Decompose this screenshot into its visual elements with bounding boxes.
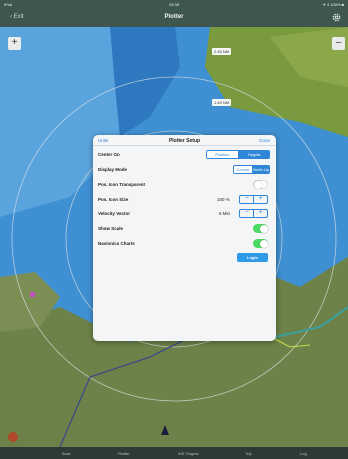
done-button[interactable]: Done [259,138,270,143]
pos-icon-transparent-toggle[interactable] [253,180,268,189]
increment-button[interactable]: + [253,209,267,217]
center-on-targets[interactable]: Targets [238,151,269,158]
center-on-segmented[interactable]: Position Targets [206,150,270,159]
velocity-vector-row: Velocity Vector 5 Min − + [93,207,276,221]
pos-icon-size-row: Pos. Icon Size 100 % − + [93,193,276,207]
velocity-vector-stepper[interactable]: − + [239,209,268,218]
center-on-label: Center On [98,152,120,157]
center-on-row: Center On Position Targets [93,148,276,162]
nav-bar: ‹ Exit Plotter [0,9,348,27]
tab-log[interactable]: Log [300,451,307,456]
dialog-title: Plotter Setup [168,138,201,144]
zoom-out-button[interactable]: – [332,37,345,50]
velocity-vector-label: Velocity Vector [98,211,131,216]
navionics-charts-row: Navionics Charts [93,237,276,251]
pos-icon-transparent-row: Pos. Icon Transparent [93,178,276,192]
show-scale-row: Show Scale [93,222,276,236]
toggle-knob [259,224,268,233]
range-label-middle: 1.63 NM [212,99,232,106]
decrement-button[interactable]: − [240,209,253,217]
battery-status: ✈ 4 100% ■ [322,2,344,7]
zoom-in-button[interactable]: + [8,37,21,50]
increment-button[interactable]: + [253,195,267,203]
tab-ais-targets[interactable]: AIS Targets [178,451,199,456]
range-label-outer: 2.45 NM [212,48,232,55]
page-title: Plotter [164,14,184,20]
show-scale-label: Show Scale [98,226,124,231]
display-mode-course-up[interactable]: Course Up [234,166,252,173]
display-mode-label: Display Mode [98,167,128,172]
login-button[interactable]: Login [237,253,268,262]
tab-plotter[interactable]: Plotter [118,451,130,456]
clock: 09:38 [168,2,179,7]
pos-icon-size-label: Pos. Icon Size [98,197,129,202]
gear-icon[interactable] [331,12,342,23]
compass-icon [8,432,18,442]
pos-icon-transparent-label: Pos. Icon Transparent [98,182,146,187]
display-mode-row: Display Mode Course Up North Up [93,163,276,177]
toggle-knob [254,181,262,189]
toggle-knob [259,239,268,248]
show-scale-toggle[interactable] [253,224,268,233]
display-mode-north-up[interactable]: North Up [252,166,269,173]
marker-icon [30,292,35,297]
dialog-header: Units Plotter Setup Done [93,135,276,146]
status-bar: iPad 09:38 ✈ 4 100% ■ [0,0,348,9]
velocity-vector-value: 5 Min [219,211,231,216]
display-mode-segmented[interactable]: Course Up North Up [233,165,270,174]
pos-icon-size-stepper[interactable]: − + [239,195,268,204]
tab-boat[interactable]: Boat [62,451,70,456]
decrement-button[interactable]: − [240,195,253,203]
tab-bar: Boat Plotter AIS Targets Trip Log [0,447,348,459]
pos-icon-size-value: 100 % [217,197,230,202]
tab-trip[interactable]: Trip [245,451,252,456]
navionics-charts-toggle[interactable] [253,239,268,248]
plotter-setup-dialog: Units Plotter Setup Done Center On Posit… [93,135,276,341]
navionics-charts-label: Navionics Charts [98,241,135,246]
center-on-position[interactable]: Position [207,151,238,158]
